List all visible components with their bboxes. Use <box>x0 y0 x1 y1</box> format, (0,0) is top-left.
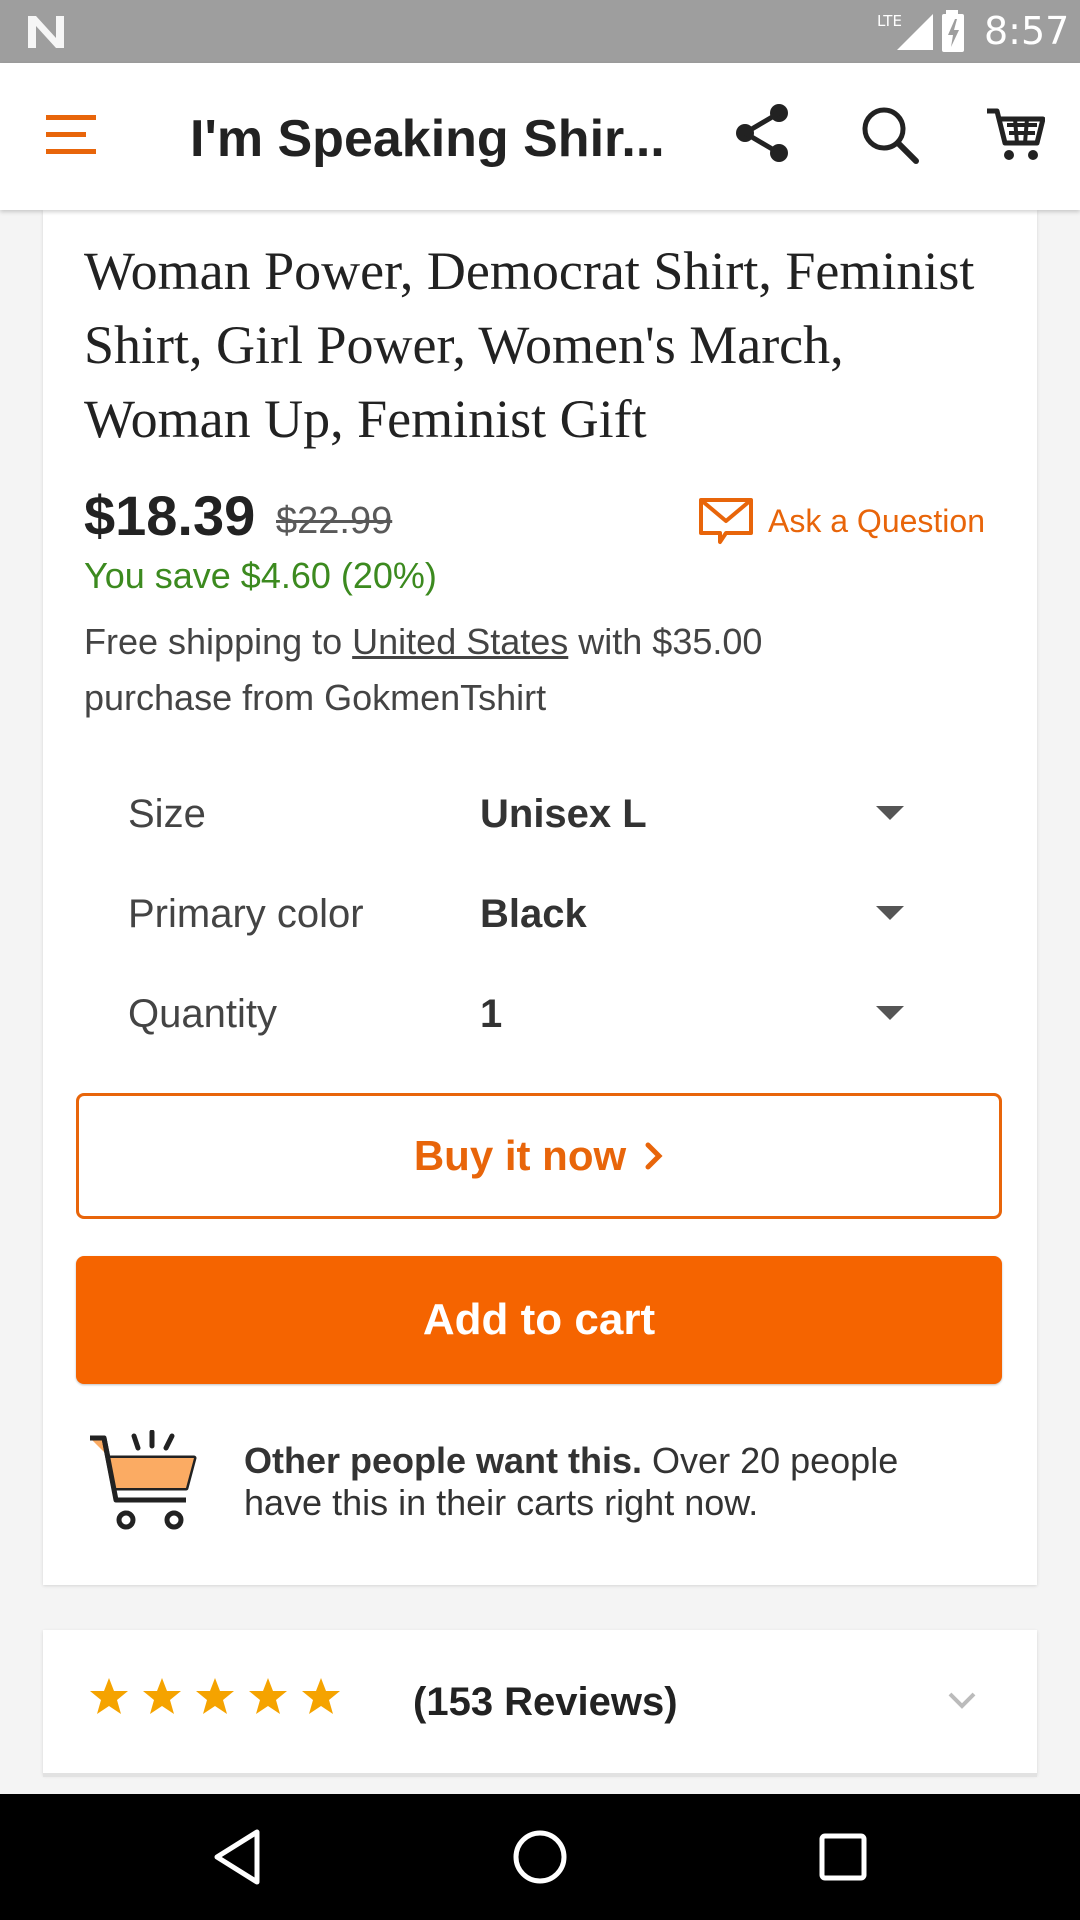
color-select[interactable]: Primary color Black <box>128 884 908 944</box>
home-icon[interactable] <box>507 1824 573 1890</box>
star-icon <box>143 1678 181 1714</box>
option-label: Primary color <box>128 892 364 936</box>
ask-question-link[interactable]: Ask a Question <box>698 495 985 547</box>
option-value: Black <box>480 892 587 936</box>
shipping-line2: purchase from GokmenTshirt <box>84 677 547 718</box>
chevron-down-icon[interactable] <box>947 1690 977 1710</box>
dropdown-arrow-icon <box>876 806 904 820</box>
dropdown-arrow-icon <box>876 906 904 920</box>
system-nav-bar <box>0 1794 1080 1920</box>
shipping-prefix: Free shipping to <box>84 621 353 662</box>
shopping-cart-icon <box>90 1430 197 1530</box>
star-icon <box>90 1678 128 1714</box>
product-title: Woman Power, Democrat Shirt, Feminist Sh… <box>84 234 1004 456</box>
star-icon <box>302 1678 340 1714</box>
cart-icon[interactable] <box>985 105 1045 163</box>
shipping-suffix: with $35.00 <box>568 621 763 662</box>
shipping-country-link[interactable]: United States <box>352 621 568 662</box>
social-proof-bold: Other people want this. <box>244 1440 643 1481</box>
reviews-section[interactable]: (153 Reviews) <box>43 1630 1037 1775</box>
quantity-select[interactable]: Quantity 1 <box>128 984 908 1044</box>
social-proof-text: Other people want this. Over 20 people h… <box>244 1440 984 1524</box>
savings-text: You save $4.60 (20%) <box>84 555 437 596</box>
menu-icon[interactable] <box>46 113 98 157</box>
product-title-line: Shirt, Girl Power, Women's March, <box>84 315 844 375</box>
option-label: Size <box>128 792 206 836</box>
mail-icon <box>699 498 753 544</box>
chevron-right-icon <box>645 1142 663 1170</box>
lte-signal-icon: LTE <box>877 12 933 50</box>
share-icon[interactable] <box>735 103 791 163</box>
original-price: $22.99 <box>276 500 393 542</box>
option-value: Unisex L <box>480 792 647 836</box>
option-value: 1 <box>480 992 503 1036</box>
product-title-line: Woman Power, Democrat Shirt, Feminist <box>84 241 975 301</box>
buy-now-button[interactable]: Buy it now <box>76 1093 1002 1219</box>
ask-question-label: Ask a Question <box>768 502 985 539</box>
status-bar: LTE 8:57 <box>0 0 1080 63</box>
divider <box>43 1773 1037 1777</box>
app-bar: I'm Speaking Shir... <box>0 63 1080 210</box>
star-icon <box>249 1678 287 1714</box>
page-title: I'm Speaking Shir... <box>190 110 665 168</box>
notification-n-icon <box>28 16 64 48</box>
recents-icon[interactable] <box>810 1824 876 1890</box>
star-rating <box>89 1676 354 1716</box>
search-icon[interactable] <box>860 105 920 165</box>
battery-charging-icon <box>942 10 964 52</box>
reviews-count: (153 Reviews) <box>413 1680 678 1724</box>
svg-text:LTE: LTE <box>877 12 902 30</box>
star-icon <box>196 1678 234 1714</box>
back-icon[interactable] <box>205 1824 271 1890</box>
option-label: Quantity <box>128 992 277 1036</box>
size-select[interactable]: Size Unisex L <box>128 784 908 844</box>
clock: 8:57 <box>984 9 1070 53</box>
buy-now-label: Buy it now <box>413 1132 627 1179</box>
add-to-cart-label: Add to cart <box>422 1295 656 1344</box>
product-title-line: Woman Up, Feminist Gift <box>84 389 647 449</box>
add-to-cart-button[interactable]: Add to cart <box>76 1256 1002 1384</box>
dropdown-arrow-icon <box>876 1006 904 1020</box>
price: $18.39 <box>84 484 256 547</box>
shipping-info: Free shipping to United States with $35.… <box>84 614 984 726</box>
